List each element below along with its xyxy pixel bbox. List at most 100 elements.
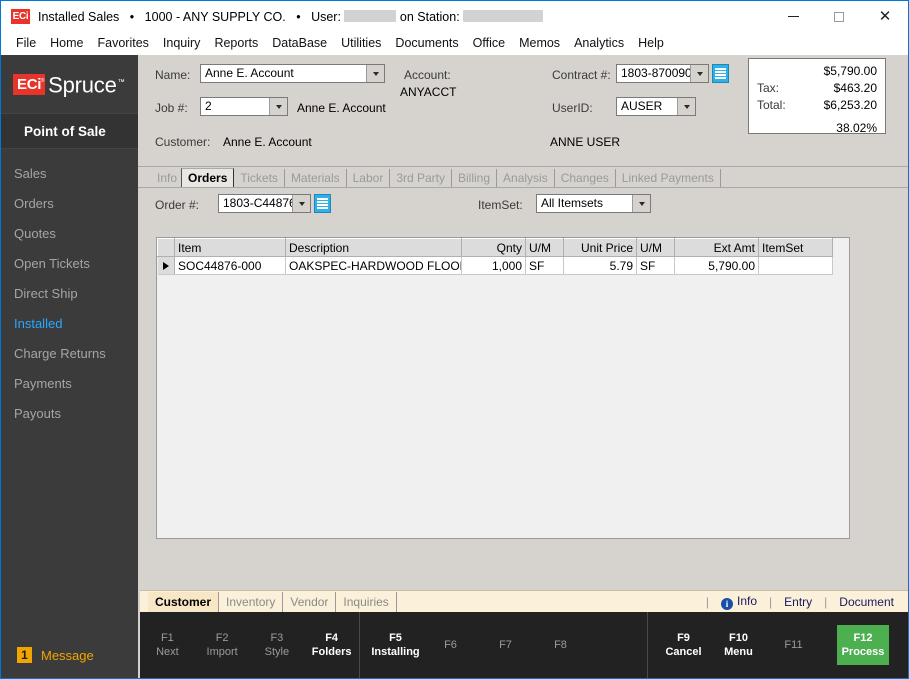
menu-item-reports[interactable]: Reports <box>207 32 265 54</box>
fkey-f12-label: Process <box>841 646 885 658</box>
fkey-f2-import[interactable]: F2 Import <box>195 631 250 659</box>
fkey-f7[interactable]: F7 <box>478 638 533 652</box>
cell-description[interactable]: OAKSPEC-HARDWOOD FLOORI <box>285 256 462 275</box>
menu-item-database[interactable]: DataBase <box>265 32 334 54</box>
menu-item-office[interactable]: Office <box>466 32 512 54</box>
grid-col-qnty[interactable]: Qnty <box>461 238 526 257</box>
menu-item-memos[interactable]: Memos <box>512 32 567 54</box>
order-items-grid[interactable]: Item Description Qnty U/M Unit Price U/M… <box>156 237 850 539</box>
chevron-down-icon[interactable] <box>690 65 708 82</box>
menu-item-inquiry[interactable]: Inquiry <box>156 32 208 54</box>
chevron-down-icon[interactable] <box>366 65 384 82</box>
cell-um1[interactable]: SF <box>525 256 564 275</box>
close-button[interactable]: ✕ <box>862 1 908 32</box>
fkey-f5-installing[interactable]: F5 Installing <box>368 631 423 659</box>
totals-box: $5,790.00 Tax: $463.20 Total: $6,253.20 … <box>748 58 886 135</box>
grid-col-description[interactable]: Description <box>285 238 462 257</box>
userid-combo[interactable]: AUSER <box>616 97 696 116</box>
fkey-f11[interactable]: F11 <box>766 638 821 652</box>
fkey-f4-folders[interactable]: F4 Folders <box>304 631 359 659</box>
total-value: $6,253.20 <box>823 98 877 112</box>
sidebar-item-orders[interactable]: Orders <box>1 189 138 219</box>
fkey-f10-menu[interactable]: F10 Menu <box>711 631 766 659</box>
chevron-down-icon[interactable] <box>292 195 310 212</box>
chevron-down-icon[interactable] <box>677 98 695 115</box>
tab-billing[interactable]: Billing <box>452 169 498 187</box>
cell-unit-price[interactable]: 5.79 <box>563 256 637 275</box>
name-label: Name: <box>155 68 191 82</box>
menu-item-utilities[interactable]: Utilities <box>334 32 388 54</box>
fkey-f6[interactable]: F6 <box>423 638 478 652</box>
order-number-combo[interactable]: 1803-C44876 <box>218 194 311 213</box>
cell-um2[interactable]: SF <box>636 256 675 275</box>
sidebar-item-sales[interactable]: Sales <box>1 159 138 189</box>
tab-3rd-party[interactable]: 3rd Party <box>390 169 453 187</box>
grid-col-ext-amt[interactable]: Ext Amt <box>674 238 759 257</box>
cell-ext-amt[interactable]: 5,790.00 <box>674 256 759 275</box>
grid-col-um2[interactable]: U/M <box>636 238 675 257</box>
minimize-button[interactable] <box>770 1 816 32</box>
cell-qnty[interactable]: 1,000 <box>461 256 526 275</box>
fkey-f3-style[interactable]: F3 Style <box>250 631 305 659</box>
footer-tab-inventory[interactable]: Inventory <box>219 591 284 612</box>
menu-item-help[interactable]: Help <box>631 32 671 54</box>
tax-label: Tax: <box>757 81 780 95</box>
tab-labor[interactable]: Labor <box>347 169 391 187</box>
contract-combo[interactable]: 1803-870090 <box>616 64 709 83</box>
menu-item-analytics[interactable]: Analytics <box>567 32 631 54</box>
footer-info-action[interactable]: i Info <box>717 594 761 610</box>
order-list-button[interactable] <box>314 194 331 213</box>
footer-separator-2: | <box>769 594 773 609</box>
fkey-f1-next[interactable]: F1 Next <box>140 631 195 659</box>
maximize-button[interactable] <box>816 1 862 32</box>
chevron-down-icon[interactable] <box>269 98 287 115</box>
tab-linked-payments[interactable]: Linked Payments <box>616 169 721 187</box>
tab-analysis[interactable]: Analysis <box>497 169 555 187</box>
row-selector-cell[interactable] <box>157 256 175 275</box>
sidebar-item-payments[interactable]: Payments <box>1 369 138 399</box>
sidebar-item-quotes[interactable]: Quotes <box>1 219 138 249</box>
grid-col-item[interactable]: Item <box>174 238 286 257</box>
footer-document-action[interactable]: Document <box>835 595 898 609</box>
menu-item-home[interactable]: Home <box>43 32 90 54</box>
sidebar-module-title: Point of Sale <box>1 113 138 149</box>
menu-item-file[interactable]: File <box>9 32 43 54</box>
itemset-combo[interactable]: All Itemsets <box>536 194 651 213</box>
sidebar-item-direct-ship[interactable]: Direct Ship <box>1 279 138 309</box>
fkey-f10-label: Menu <box>724 646 753 658</box>
sidebar-item-installed[interactable]: Installed <box>1 309 138 339</box>
footer-tab-customer[interactable]: Customer <box>148 591 220 612</box>
cell-item[interactable]: SOC44876-000 <box>174 256 286 275</box>
fkey-f3-label: Style <box>264 646 290 658</box>
job-combo[interactable]: 2 <box>200 97 288 116</box>
footer-tab-inquiries[interactable]: Inquiries <box>336 591 397 612</box>
tab-info[interactable]: Info <box>151 169 181 187</box>
fkey-f11-key: F11 <box>784 639 803 651</box>
footer-entry-action[interactable]: Entry <box>780 595 816 609</box>
grid-col-unit-price[interactable]: Unit Price <box>563 238 637 257</box>
tab-orders[interactable]: Orders <box>181 168 235 187</box>
menu-item-favorites[interactable]: Favorites <box>91 32 156 54</box>
message-bar[interactable]: 1 Message <box>1 631 138 678</box>
contract-list-button[interactable] <box>712 64 729 83</box>
sidebar-item-open-tickets[interactable]: Open Tickets <box>1 249 138 279</box>
sidebar-item-charge-returns[interactable]: Charge Returns <box>1 339 138 369</box>
fkey-f12-process[interactable]: F12 Process <box>837 625 889 665</box>
grid-col-itemset[interactable]: ItemSet <box>758 238 833 257</box>
fkey-f8[interactable]: F8 <box>533 638 588 652</box>
chevron-down-icon[interactable] <box>632 195 650 212</box>
fkey-f9-cancel[interactable]: F9 Cancel <box>656 631 711 659</box>
name-combo[interactable]: Anne E. Account <box>200 64 385 83</box>
info-icon: i <box>721 597 734 610</box>
footer-tab-vendor[interactable]: Vendor <box>283 591 337 612</box>
grid-col-um1[interactable]: U/M <box>525 238 564 257</box>
sidebar-item-payouts[interactable]: Payouts <box>1 399 138 429</box>
table-row[interactable]: SOC44876-000 OAKSPEC-HARDWOOD FLOORI 1,0… <box>157 256 833 275</box>
cell-itemset[interactable] <box>758 256 833 275</box>
menu-item-documents[interactable]: Documents <box>388 32 465 54</box>
tab-changes[interactable]: Changes <box>555 169 616 187</box>
eci-brand-text: ECi <box>17 75 42 93</box>
tab-tickets[interactable]: Tickets <box>234 169 285 187</box>
user-name-redacted <box>344 9 397 22</box>
tab-materials[interactable]: Materials <box>285 169 347 187</box>
